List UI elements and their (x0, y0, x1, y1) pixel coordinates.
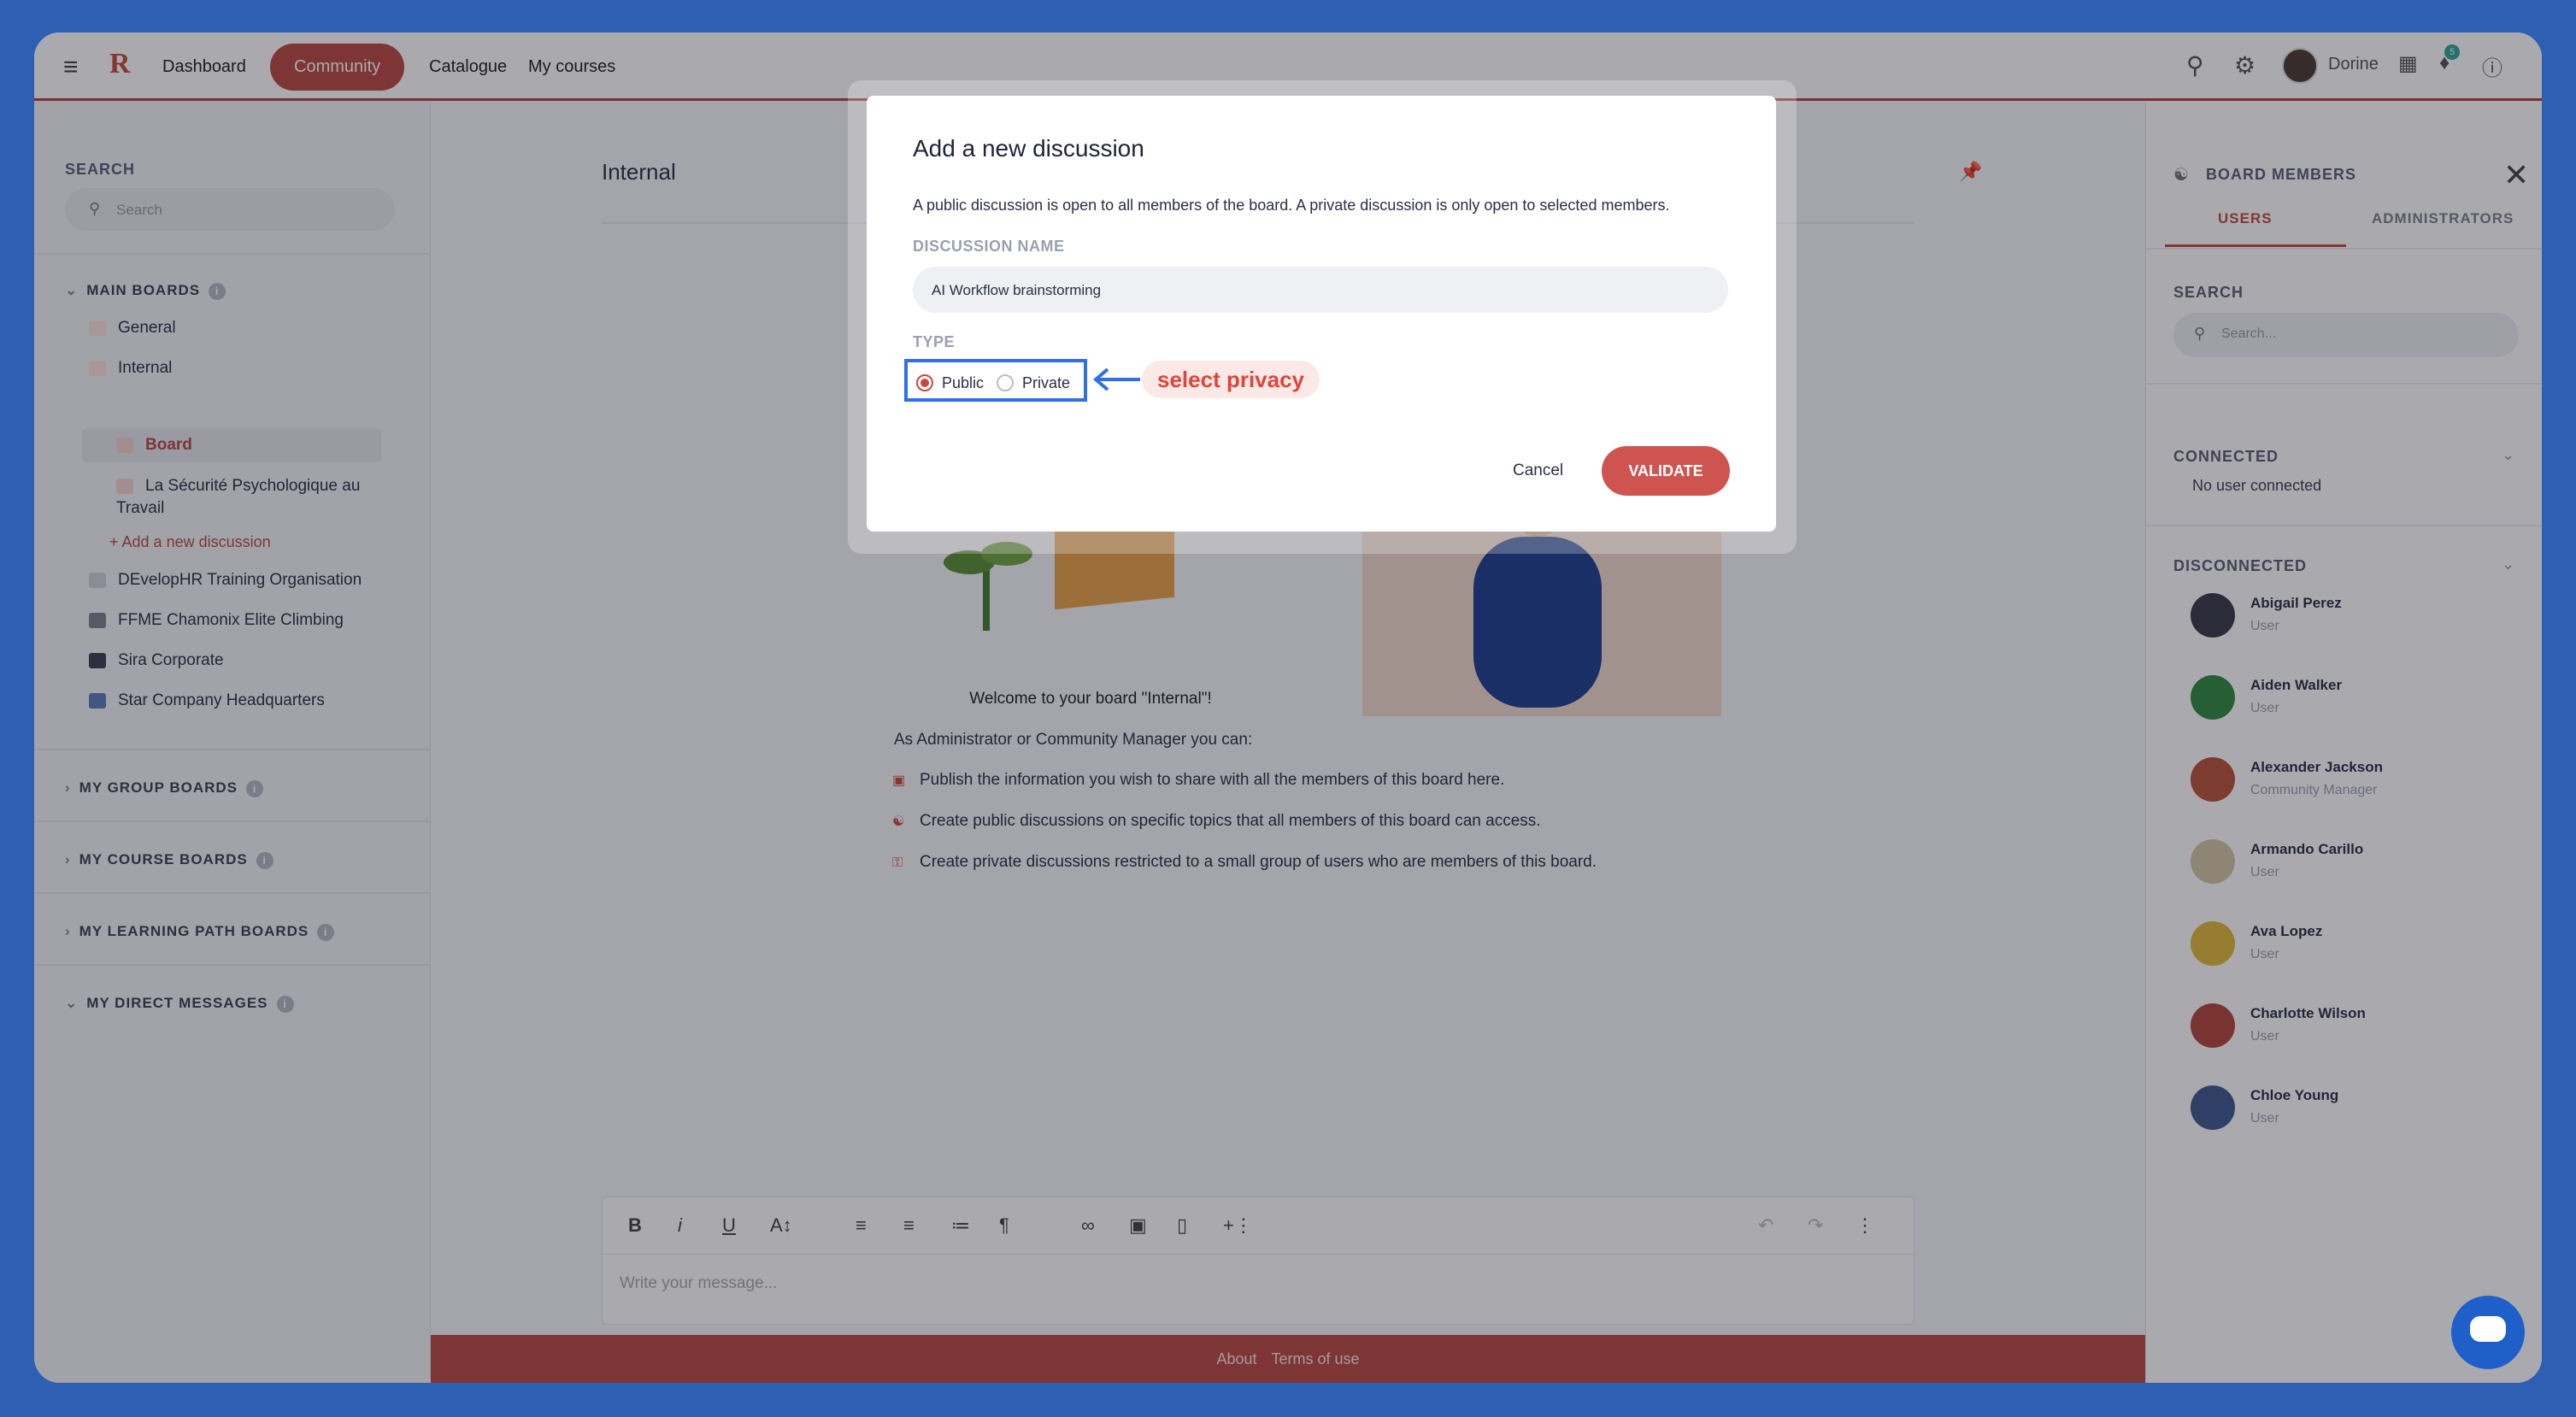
discussion-name-label: DISCUSSION NAME (913, 238, 1065, 255)
radio-private[interactable] (997, 374, 1014, 391)
arrow-left-icon (1092, 367, 1140, 391)
radio-private-label[interactable]: Private (1022, 374, 1070, 392)
type-label: TYPE (913, 333, 956, 350)
radio-public-label[interactable]: Public (942, 374, 984, 392)
dialog-description: A public discussion is open to all membe… (913, 197, 1670, 214)
add-discussion-dialog: Add a new discussion A public discussion… (867, 96, 1776, 532)
privacy-highlight-box: Public Private (904, 359, 1087, 402)
chat-bubble-icon (2470, 1316, 2506, 1342)
discussion-name-input[interactable]: AI Workflow brainstorming (913, 267, 1728, 313)
app-window: ≡ R Dashboard Community Catalogue My cou… (34, 32, 2542, 1383)
validate-button[interactable]: VALIDATE (1602, 446, 1730, 496)
chat-button[interactable] (2451, 1296, 2525, 1369)
dialog-title: Add a new discussion (913, 135, 1144, 162)
cancel-button[interactable]: Cancel (1513, 462, 1563, 480)
annotation-label: select privacy (1142, 361, 1320, 398)
radio-public[interactable] (916, 374, 933, 391)
